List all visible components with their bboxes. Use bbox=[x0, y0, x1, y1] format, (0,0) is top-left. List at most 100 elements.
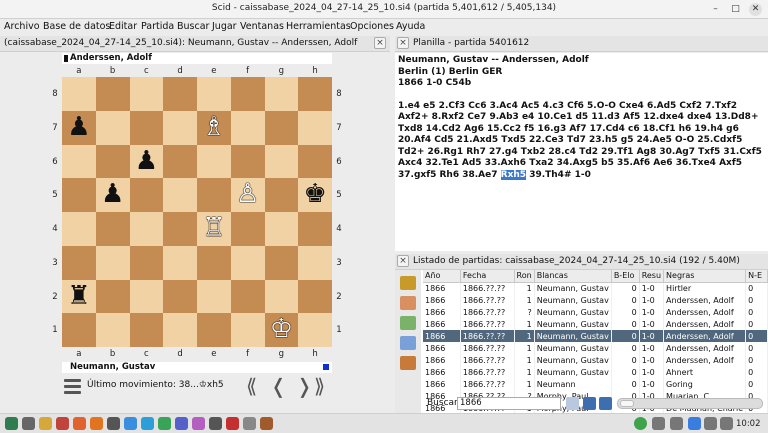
volume-icon[interactable] bbox=[704, 417, 717, 430]
column-header[interactable]: Año bbox=[423, 270, 461, 283]
square-f3[interactable] bbox=[230, 245, 265, 280]
update-icon[interactable] bbox=[634, 417, 647, 430]
square-h3[interactable] bbox=[298, 245, 332, 280]
square-f7[interactable] bbox=[230, 110, 265, 145]
square-d5[interactable] bbox=[163, 178, 197, 212]
previous-move-button[interactable]: ❬ bbox=[270, 374, 287, 398]
desktop-icon[interactable] bbox=[22, 417, 35, 430]
menu-base-de-datos[interactable]: Base de datos bbox=[43, 21, 110, 32]
square-c1[interactable] bbox=[129, 313, 164, 347]
square-a6[interactable] bbox=[62, 144, 96, 179]
square-d2[interactable] bbox=[163, 279, 197, 314]
piece-a2[interactable]: ♜ bbox=[62, 280, 96, 314]
square-h4[interactable] bbox=[298, 212, 332, 246]
square-a8[interactable] bbox=[62, 77, 96, 111]
piece-a7[interactable]: ♟ bbox=[62, 111, 96, 145]
square-f8[interactable] bbox=[230, 77, 265, 111]
piece-g1[interactable]: ♔ bbox=[265, 313, 299, 347]
close-button[interactable]: ✕ bbox=[749, 3, 762, 16]
square-a5[interactable] bbox=[62, 178, 96, 212]
square-a4[interactable] bbox=[62, 212, 96, 246]
square-g5[interactable] bbox=[264, 178, 299, 212]
square-b4[interactable] bbox=[95, 212, 130, 246]
square-f2[interactable] bbox=[230, 279, 265, 314]
square-b6[interactable] bbox=[95, 144, 130, 179]
moves-after[interactable]: 39.Th4# 1-0 bbox=[526, 170, 591, 180]
stats-icon[interactable] bbox=[400, 316, 416, 330]
game-list-tab[interactable]: × Listado de partidas: caissabase_2024_0… bbox=[395, 254, 768, 270]
board-tab[interactable]: (caissabase_2024_04_27-14_25_10.si4): Ne… bbox=[0, 36, 390, 52]
table-row[interactable]: 1866 1866.??.?? 1 Neumann 0 1-0 Goring 0 bbox=[423, 378, 768, 390]
first-move-button[interactable]: ⟪ bbox=[246, 374, 257, 398]
square-h7[interactable] bbox=[298, 110, 332, 145]
menu-opciones[interactable]: Opciones bbox=[350, 21, 394, 32]
square-a1[interactable] bbox=[62, 313, 96, 347]
media-icon[interactable] bbox=[192, 417, 205, 430]
square-g7[interactable] bbox=[264, 110, 299, 145]
list-scrollbar[interactable] bbox=[617, 398, 763, 409]
square-h6[interactable] bbox=[298, 144, 332, 179]
square-c3[interactable] bbox=[129, 245, 164, 280]
telegram-icon[interactable] bbox=[141, 417, 154, 430]
square-d6[interactable] bbox=[163, 144, 197, 179]
video-icon[interactable] bbox=[226, 417, 239, 430]
shield-icon[interactable] bbox=[670, 417, 683, 430]
square-e2[interactable] bbox=[197, 279, 231, 314]
square-b2[interactable] bbox=[95, 279, 130, 314]
square-c8[interactable] bbox=[129, 77, 164, 111]
search-input[interactable]: 1866 bbox=[457, 397, 561, 410]
square-b3[interactable] bbox=[95, 245, 130, 280]
square-a3[interactable] bbox=[62, 245, 96, 280]
square-b7[interactable] bbox=[95, 110, 130, 145]
maximize-button[interactable]: □ bbox=[729, 3, 742, 16]
square-g3[interactable] bbox=[264, 245, 299, 280]
sheet-icon[interactable] bbox=[158, 417, 171, 430]
menu-ayuda[interactable]: Ayuda bbox=[396, 21, 425, 32]
square-f1[interactable] bbox=[230, 313, 265, 347]
piece-e4[interactable]: ♖ bbox=[197, 212, 231, 246]
column-header[interactable]: Resu bbox=[639, 270, 665, 283]
square-g2[interactable] bbox=[264, 279, 299, 314]
column-header[interactable]: Blancas bbox=[534, 270, 612, 283]
square-h8[interactable] bbox=[298, 77, 332, 111]
chess-board[interactable]: ♟ ♗ ♟ ♟ ♙ ♚ ♖ ♜ ♔ bbox=[62, 77, 332, 347]
bluetooth-icon[interactable] bbox=[688, 417, 701, 430]
table-row[interactable]: 1866 1866.??.?? 1 Neumann, Gustav 0 1-0 Anders… bbox=[423, 294, 768, 306]
moves-before[interactable]: 1.e4 e5 2.Cf3 Cc6 3.Ac4 Ac5 4.c3 Cf6 5.O… bbox=[398, 101, 762, 180]
planilla-tab[interactable]: × Planilla - partida 5401612 bbox=[395, 36, 768, 52]
notation-panel[interactable]: Neumann, Gustav -- Anderssen, Adolf Berl… bbox=[395, 53, 768, 251]
start-menu-icon[interactable] bbox=[5, 417, 18, 430]
minimize-button[interactable]: – bbox=[709, 3, 722, 16]
next-move-button[interactable]: ❭ bbox=[296, 374, 313, 398]
chat-icon[interactable] bbox=[124, 417, 137, 430]
square-f6[interactable] bbox=[230, 144, 265, 179]
menu-partida[interactable]: Partida bbox=[141, 21, 174, 32]
square-h2[interactable] bbox=[298, 279, 332, 314]
square-b1[interactable] bbox=[95, 313, 130, 347]
square-f4[interactable] bbox=[230, 212, 265, 246]
square-e8[interactable] bbox=[197, 77, 231, 111]
menu-icon[interactable] bbox=[64, 379, 81, 395]
square-e6[interactable] bbox=[197, 144, 231, 179]
column-header[interactable]: Negras bbox=[663, 270, 747, 283]
close-icon[interactable]: × bbox=[374, 37, 386, 49]
column-header[interactable]: B-Elo bbox=[611, 270, 640, 283]
menu-archivo[interactable]: Archivo bbox=[4, 21, 40, 32]
piece-h5[interactable]: ♚ bbox=[298, 178, 332, 212]
menu-buscar[interactable]: Buscar bbox=[177, 21, 209, 32]
square-d3[interactable] bbox=[163, 245, 197, 280]
piece-c6[interactable]: ♟ bbox=[130, 145, 164, 179]
square-e5[interactable] bbox=[197, 178, 231, 212]
square-c2[interactable] bbox=[129, 279, 164, 314]
scid-icon[interactable] bbox=[260, 417, 273, 430]
menu-jugar[interactable]: Jugar bbox=[212, 21, 237, 32]
square-c4[interactable] bbox=[129, 212, 164, 246]
square-e3[interactable] bbox=[197, 245, 231, 280]
column-header[interactable]: Ron bbox=[514, 270, 535, 283]
app-icon[interactable] bbox=[56, 417, 69, 430]
square-d7[interactable] bbox=[163, 110, 197, 145]
book-icon[interactable] bbox=[400, 276, 416, 290]
tree-icon[interactable] bbox=[400, 336, 416, 350]
text-icon[interactable] bbox=[175, 417, 188, 430]
current-move[interactable]: Rxh5 bbox=[500, 169, 527, 180]
